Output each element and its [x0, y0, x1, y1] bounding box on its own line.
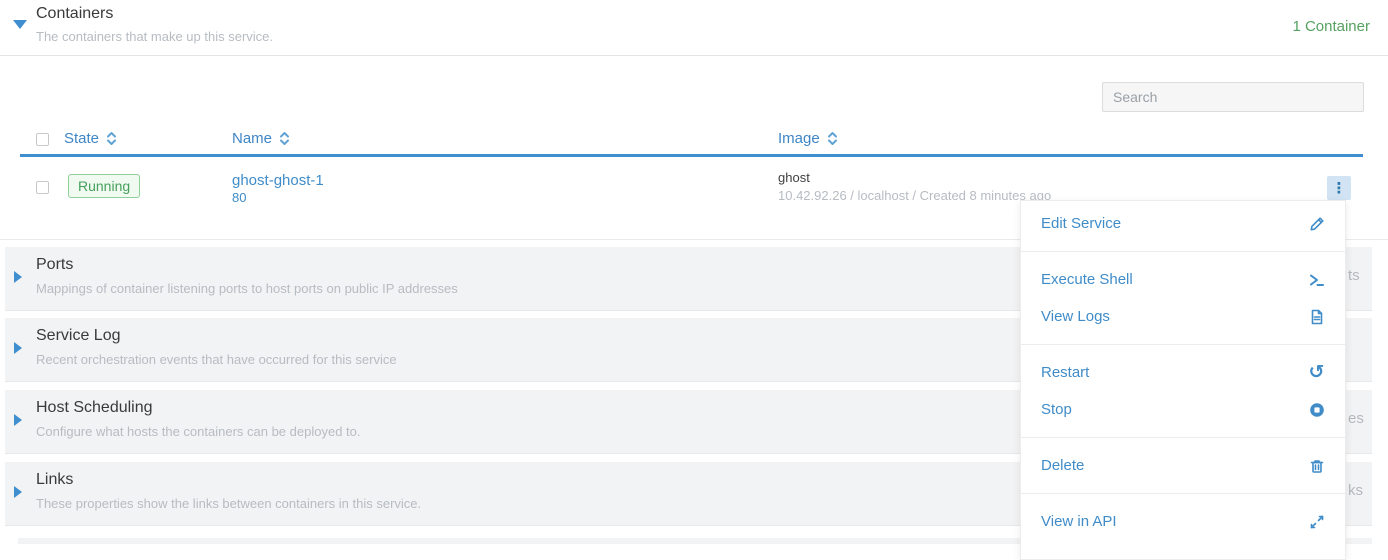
collapse-triangle-icon[interactable]	[13, 20, 27, 29]
sort-icon[interactable]	[279, 131, 290, 146]
containers-subtitle: The containers that make up this service…	[36, 29, 273, 44]
sort-icon[interactable]	[827, 131, 838, 146]
menu-item-edit-service[interactable]: Edit Service	[1021, 205, 1345, 242]
sort-icon[interactable]	[106, 131, 117, 146]
select-all-checkbox[interactable]	[36, 133, 49, 146]
section-title: Ports	[36, 256, 73, 274]
column-label-image: Image	[778, 130, 820, 147]
section-title: Links	[36, 471, 73, 489]
menu-item-restart[interactable]: Restart ↺	[1021, 354, 1345, 391]
column-label-state: State	[64, 130, 99, 147]
menu-item-label: Execute Shell	[1041, 271, 1133, 288]
api-link-icon	[1308, 513, 1325, 530]
menu-item-label: View Logs	[1041, 308, 1110, 325]
section-summary-fragment: ks	[1348, 482, 1363, 499]
menu-item-label: Stop	[1041, 401, 1072, 418]
menu-separator	[1021, 437, 1345, 438]
column-header-image[interactable]: Image	[778, 130, 838, 147]
restart-icon: ↺	[1308, 364, 1325, 381]
containers-panel-header[interactable]: Containers The containers that make up t…	[0, 0, 1388, 56]
menu-item-delete[interactable]: Delete	[1021, 447, 1345, 484]
menu-item-label: Edit Service	[1041, 215, 1121, 232]
search-input[interactable]	[1102, 82, 1364, 112]
column-label-name: Name	[232, 130, 272, 147]
container-image: ghost	[778, 170, 810, 185]
column-header-name[interactable]: Name	[232, 130, 290, 147]
section-subtitle: Configure what hosts the containers can …	[36, 424, 361, 439]
column-header-state[interactable]: State	[64, 130, 117, 147]
menu-item-view-logs[interactable]: View Logs	[1021, 298, 1345, 335]
container-port: 80	[232, 190, 246, 205]
expand-triangle-icon[interactable]	[14, 342, 22, 354]
row-actions-button[interactable]: ⋮	[1327, 176, 1351, 200]
status-badge: Running	[68, 174, 140, 198]
trash-icon	[1308, 457, 1325, 474]
section-summary-fragment: es	[1348, 410, 1364, 427]
section-subtitle: Mappings of container listening ports to…	[36, 281, 458, 296]
expand-triangle-icon[interactable]	[14, 414, 22, 426]
containers-title: Containers	[36, 5, 113, 23]
section-title: Host Scheduling	[36, 399, 153, 417]
menu-item-stop[interactable]: Stop	[1021, 391, 1345, 428]
container-name-link[interactable]: ghost-ghost-1	[232, 172, 324, 189]
menu-separator	[1021, 251, 1345, 252]
container-count-label: 1 Container	[1292, 18, 1370, 35]
expand-triangle-icon[interactable]	[14, 486, 22, 498]
pencil-icon	[1308, 215, 1325, 232]
menu-separator	[1021, 344, 1345, 345]
vertical-ellipsis-icon: ⋮	[1332, 181, 1347, 196]
menu-item-label: Delete	[1041, 457, 1084, 474]
menu-item-view-in-api[interactable]: View in API	[1021, 503, 1345, 540]
section-title: Service Log	[36, 327, 121, 345]
menu-item-execute-shell[interactable]: Execute Shell	[1021, 261, 1345, 298]
section-summary-fragment: ts	[1348, 267, 1360, 284]
table-header-underline	[20, 154, 1363, 157]
container-actions-menu: Edit Service Execute Shell View Logs Res…	[1020, 200, 1346, 560]
stop-icon	[1308, 401, 1325, 418]
section-subtitle: Recent orchestration events that have oc…	[36, 352, 397, 367]
section-subtitle: These properties show the links between …	[36, 496, 421, 511]
menu-item-label: View in API	[1041, 513, 1117, 530]
file-text-icon	[1308, 308, 1325, 325]
container-host-info: 10.42.92.26 / localhost / Created 8 minu…	[778, 188, 1051, 203]
expand-triangle-icon[interactable]	[14, 271, 22, 283]
menu-separator	[1021, 493, 1345, 494]
terminal-icon	[1308, 271, 1325, 288]
row-checkbox[interactable]	[36, 181, 49, 194]
menu-item-label: Restart	[1041, 364, 1089, 381]
